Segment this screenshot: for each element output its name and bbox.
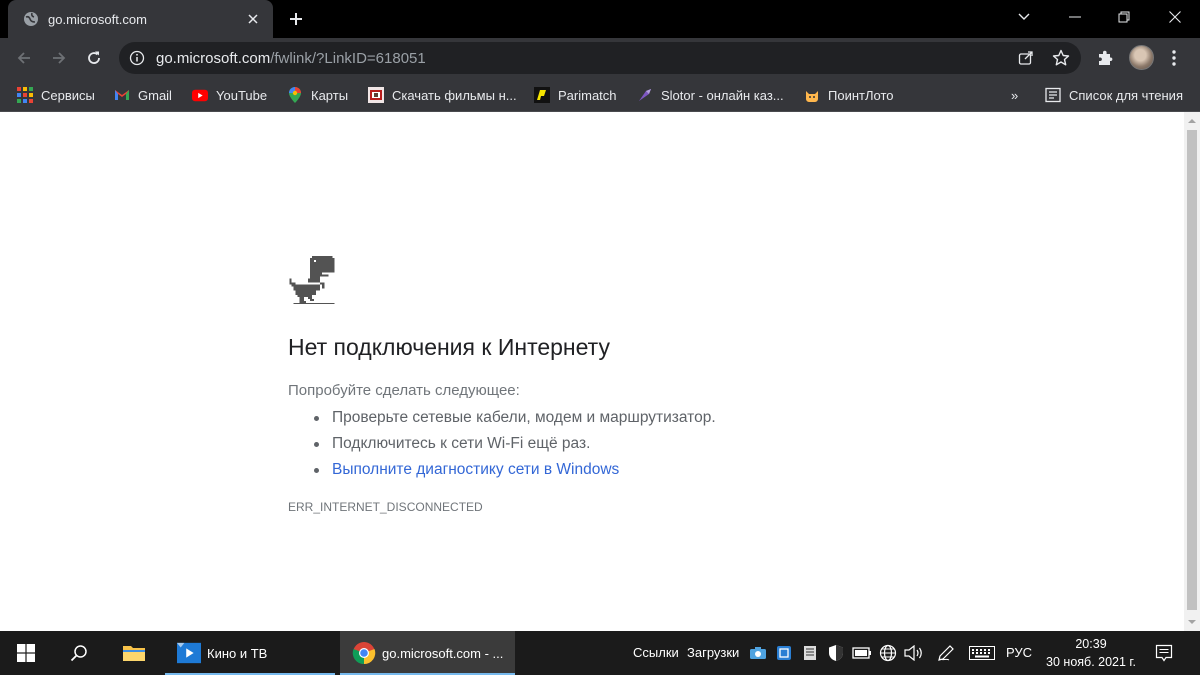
bookmark-label: Parimatch bbox=[558, 87, 617, 103]
volume-icon[interactable] bbox=[904, 643, 924, 663]
bookmark-label: Скачать фильмы н... bbox=[392, 87, 517, 103]
task-chrome[interactable]: go.microsoft.com - ... bbox=[340, 631, 515, 675]
pen-icon[interactable] bbox=[936, 643, 956, 663]
tab-title: go.microsoft.com bbox=[48, 11, 147, 27]
bookmark-youtube[interactable]: YouTube bbox=[192, 84, 267, 106]
folder-icon bbox=[123, 646, 145, 661]
battery-icon[interactable] bbox=[852, 643, 872, 663]
tab-active[interactable]: go.microsoft.com bbox=[8, 0, 273, 38]
scrollbar-thumb[interactable] bbox=[1187, 130, 1197, 610]
clock-time: 20:39 bbox=[1075, 637, 1107, 651]
bookmark-movies[interactable]: Скачать фильмы н... bbox=[368, 84, 517, 106]
camera-icon[interactable] bbox=[748, 643, 768, 663]
url-text: go.microsoft.com/fwlink/?LinkID=618051 bbox=[156, 50, 426, 67]
search-button[interactable] bbox=[56, 631, 102, 675]
list-item: Проверьте сетевые кабели, модем и маршру… bbox=[314, 406, 716, 432]
network-globe-icon[interactable] bbox=[878, 643, 898, 663]
reading-list-label: Список для чтения bbox=[1069, 87, 1183, 103]
list-item: Подключитесь к сети Wi-Fi ещё раз. bbox=[314, 432, 716, 458]
bookmark-label: YouTube bbox=[216, 87, 268, 103]
bookmark-label: Slotor - онлайн каз... bbox=[661, 87, 784, 103]
task-label: Кино и ТВ bbox=[207, 645, 268, 661]
cat-icon bbox=[804, 87, 820, 103]
bookmark-parimatch[interactable]: Parimatch bbox=[534, 84, 617, 106]
bookmark-label: ПоинтЛото bbox=[828, 87, 894, 103]
windows-taskbar: Кино и ТВ go.microsoft.com - ... Ссылки … bbox=[0, 631, 1200, 675]
bookmarks-overflow-button[interactable]: » bbox=[1011, 84, 1018, 106]
search-icon bbox=[70, 645, 87, 662]
slotor-icon bbox=[637, 87, 653, 103]
minimize-button[interactable] bbox=[1050, 0, 1100, 34]
info-icon[interactable] bbox=[129, 50, 145, 66]
bookmark-gmail[interactable]: Gmail bbox=[114, 84, 172, 106]
address-bar[interactable]: go.microsoft.com/fwlink/?LinkID=618051 bbox=[119, 42, 1081, 74]
clock[interactable]: 20:39 30 нояб. 2021 г. bbox=[1036, 635, 1146, 671]
scroll-down-arrow-icon[interactable] bbox=[1188, 618, 1196, 626]
security-shield-icon[interactable] bbox=[826, 643, 846, 663]
apps-grid-icon bbox=[17, 87, 33, 103]
tab-search-icon[interactable] bbox=[999, 0, 1049, 34]
reload-button[interactable] bbox=[80, 44, 108, 72]
bookmark-star-icon[interactable] bbox=[1051, 48, 1071, 68]
chrome-icon bbox=[352, 641, 376, 665]
action-center-icon[interactable] bbox=[1154, 643, 1174, 663]
overflow-chevron-icon: » bbox=[1011, 87, 1019, 103]
downloads-toolbar[interactable]: Загрузки bbox=[687, 645, 739, 660]
diagnose-network-link[interactable]: Выполните диагностику сети в Windows bbox=[314, 458, 716, 484]
gmail-icon bbox=[114, 87, 130, 103]
reading-list-icon bbox=[1045, 87, 1061, 103]
share-icon[interactable] bbox=[1016, 48, 1036, 68]
site-favicon bbox=[368, 87, 384, 103]
forward-button[interactable] bbox=[45, 44, 73, 72]
bookmark-label: Gmail bbox=[138, 87, 172, 103]
bookmark-services[interactable]: Сервисы bbox=[17, 84, 95, 106]
globe-icon bbox=[23, 11, 39, 27]
reading-list-button[interactable]: Список для чтения bbox=[1045, 84, 1183, 106]
bookmarks-bar: Сервисы Gmail YouTube Карты Скачать филь… bbox=[0, 78, 1200, 112]
clock-date: 30 нояб. 2021 г. bbox=[1046, 655, 1136, 669]
profile-avatar[interactable] bbox=[1129, 45, 1154, 70]
toolbar: go.microsoft.com/fwlink/?LinkID=618051 bbox=[0, 38, 1200, 78]
input-language[interactable]: РУС bbox=[1006, 645, 1032, 660]
url-path: /fwlink/?LinkID=618051 bbox=[270, 50, 426, 67]
extensions-puzzle-icon[interactable] bbox=[1093, 46, 1117, 70]
youtube-icon bbox=[192, 87, 208, 103]
dinosaur-icon bbox=[289, 256, 335, 304]
bookmark-pointloto[interactable]: ПоинтЛото bbox=[804, 84, 893, 106]
suggestions-heading: Попробуйте сделать следующее: bbox=[288, 382, 520, 399]
url-host: go.microsoft.com bbox=[156, 50, 271, 67]
touch-keyboard-icon[interactable] bbox=[968, 643, 996, 663]
task-movies-tv[interactable]: Кино и ТВ bbox=[165, 631, 335, 675]
bookmark-slotor[interactable]: Slotor - онлайн каз... bbox=[637, 84, 784, 106]
page-scrollbar[interactable] bbox=[1184, 112, 1200, 631]
bookmark-label: Карты bbox=[311, 87, 349, 103]
maps-pin-icon bbox=[287, 87, 303, 103]
bluetooth-app-icon[interactable] bbox=[774, 643, 794, 663]
suggestions-list: Проверьте сетевые кабели, модем и маршру… bbox=[314, 406, 716, 484]
restore-button[interactable] bbox=[1099, 0, 1149, 34]
windows-logo-icon bbox=[17, 644, 35, 662]
error-code: ERR_INTERNET_DISCONNECTED bbox=[288, 500, 483, 514]
back-button[interactable] bbox=[10, 44, 38, 72]
bookmark-label: Сервисы bbox=[41, 87, 95, 103]
parimatch-icon bbox=[534, 87, 550, 103]
tab-strip: go.microsoft.com bbox=[0, 0, 1200, 38]
page-title: Нет подключения к Интернету bbox=[288, 334, 610, 360]
error-page: Нет подключения к Интернету Попробуйте с… bbox=[0, 112, 1184, 631]
file-explorer-button[interactable] bbox=[110, 631, 158, 675]
menu-kebab-icon[interactable] bbox=[1162, 46, 1186, 70]
screen: go.microsoft.com go.microsoft.com/fwlink… bbox=[0, 0, 1200, 675]
close-window-button[interactable] bbox=[1150, 0, 1200, 34]
links-toolbar[interactable]: Ссылки bbox=[633, 645, 679, 660]
movies-tv-icon bbox=[177, 641, 201, 665]
new-tab-button[interactable] bbox=[284, 8, 308, 30]
close-tab-icon[interactable] bbox=[243, 9, 263, 29]
scroll-up-arrow-icon[interactable] bbox=[1188, 117, 1196, 125]
bookmark-maps[interactable]: Карты bbox=[287, 84, 348, 106]
start-button[interactable] bbox=[0, 631, 52, 675]
notes-icon[interactable] bbox=[800, 643, 820, 663]
task-label: go.microsoft.com - ... bbox=[382, 645, 504, 661]
